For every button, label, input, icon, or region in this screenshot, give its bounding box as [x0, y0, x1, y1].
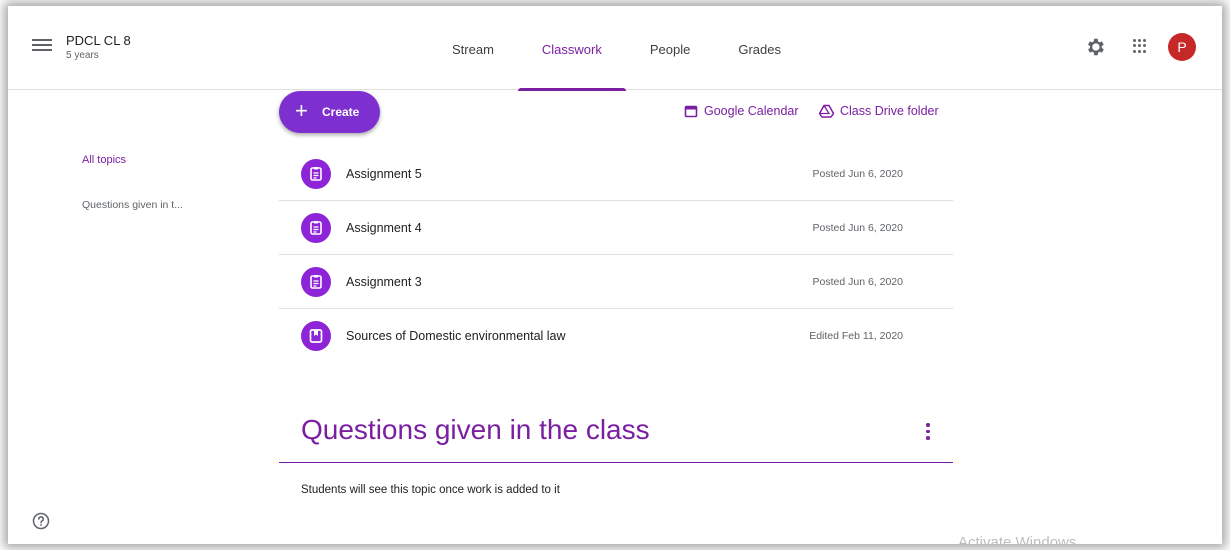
sidebar-all-topics[interactable]: All topics [82, 154, 126, 166]
tab-grades[interactable]: Grades [714, 6, 805, 90]
list-item[interactable]: Sources of Domestic environmental law Ed… [279, 309, 953, 363]
classwork-list: Assignment 5 Posted Jun 6, 2020 Assignme… [279, 147, 953, 363]
main-menu-button[interactable] [32, 36, 52, 56]
item-title: Assignment 4 [346, 221, 422, 235]
class-tabs: Stream Classwork People Grades [428, 6, 805, 91]
drive-icon [818, 104, 835, 118]
assignment-icon [301, 213, 331, 243]
list-item[interactable]: Assignment 3 Posted Jun 6, 2020 [279, 255, 953, 309]
item-title: Sources of Domestic environmental law [346, 329, 566, 343]
google-apps-icon[interactable] [1133, 39, 1147, 53]
menu-icon-line [32, 44, 52, 46]
calendar-icon [684, 105, 698, 118]
item-title: Assignment 5 [346, 167, 422, 181]
material-icon [301, 321, 331, 351]
calendar-link-label: Google Calendar [704, 104, 799, 118]
list-item[interactable]: Assignment 5 Posted Jun 6, 2020 [279, 147, 953, 201]
menu-icon-line [32, 49, 52, 51]
topic-more-options-icon[interactable] [918, 420, 938, 444]
tab-stream[interactable]: Stream [428, 6, 518, 90]
item-date: Posted Jun 6, 2020 [812, 222, 904, 234]
classroom-window: PDCL CL 8 5 years Stream Classwork Peopl… [8, 6, 1222, 544]
menu-icon-line [32, 39, 52, 41]
topic-divider [279, 462, 953, 463]
create-button[interactable]: + Create [279, 91, 380, 133]
item-date: Posted Jun 6, 2020 [812, 276, 904, 288]
class-drive-folder-link[interactable]: Class Drive folder [818, 104, 939, 118]
help-icon[interactable] [32, 512, 50, 530]
class-name[interactable]: PDCL CL 8 [66, 33, 131, 48]
topic-heading: Questions given in the class [301, 414, 650, 445]
activate-windows-watermark: Activate Windows [958, 534, 1077, 544]
item-title: Assignment 3 [346, 275, 422, 289]
drive-link-label: Class Drive folder [840, 104, 939, 118]
item-date: Posted Jun 6, 2020 [812, 168, 904, 180]
settings-gear-icon[interactable] [1084, 36, 1106, 58]
tab-classwork[interactable]: Classwork [517, 6, 626, 91]
assignment-icon [301, 159, 331, 189]
account-avatar[interactable]: P [1168, 33, 1196, 61]
top-app-bar: PDCL CL 8 5 years Stream Classwork Peopl… [8, 6, 1222, 91]
google-calendar-link[interactable]: Google Calendar [684, 104, 799, 118]
assignment-icon [301, 267, 331, 297]
plus-icon: + [295, 98, 308, 123]
class-section: 5 years [66, 50, 99, 61]
topic-empty-note: Students will see this topic once work i… [301, 484, 560, 496]
tab-people[interactable]: People [626, 6, 714, 90]
item-date: Edited Feb 11, 2020 [809, 330, 903, 342]
list-item[interactable]: Assignment 4 Posted Jun 6, 2020 [279, 201, 953, 255]
sidebar-topic-questions[interactable]: Questions given in t... [82, 199, 183, 211]
create-button-label: Create [322, 105, 360, 119]
